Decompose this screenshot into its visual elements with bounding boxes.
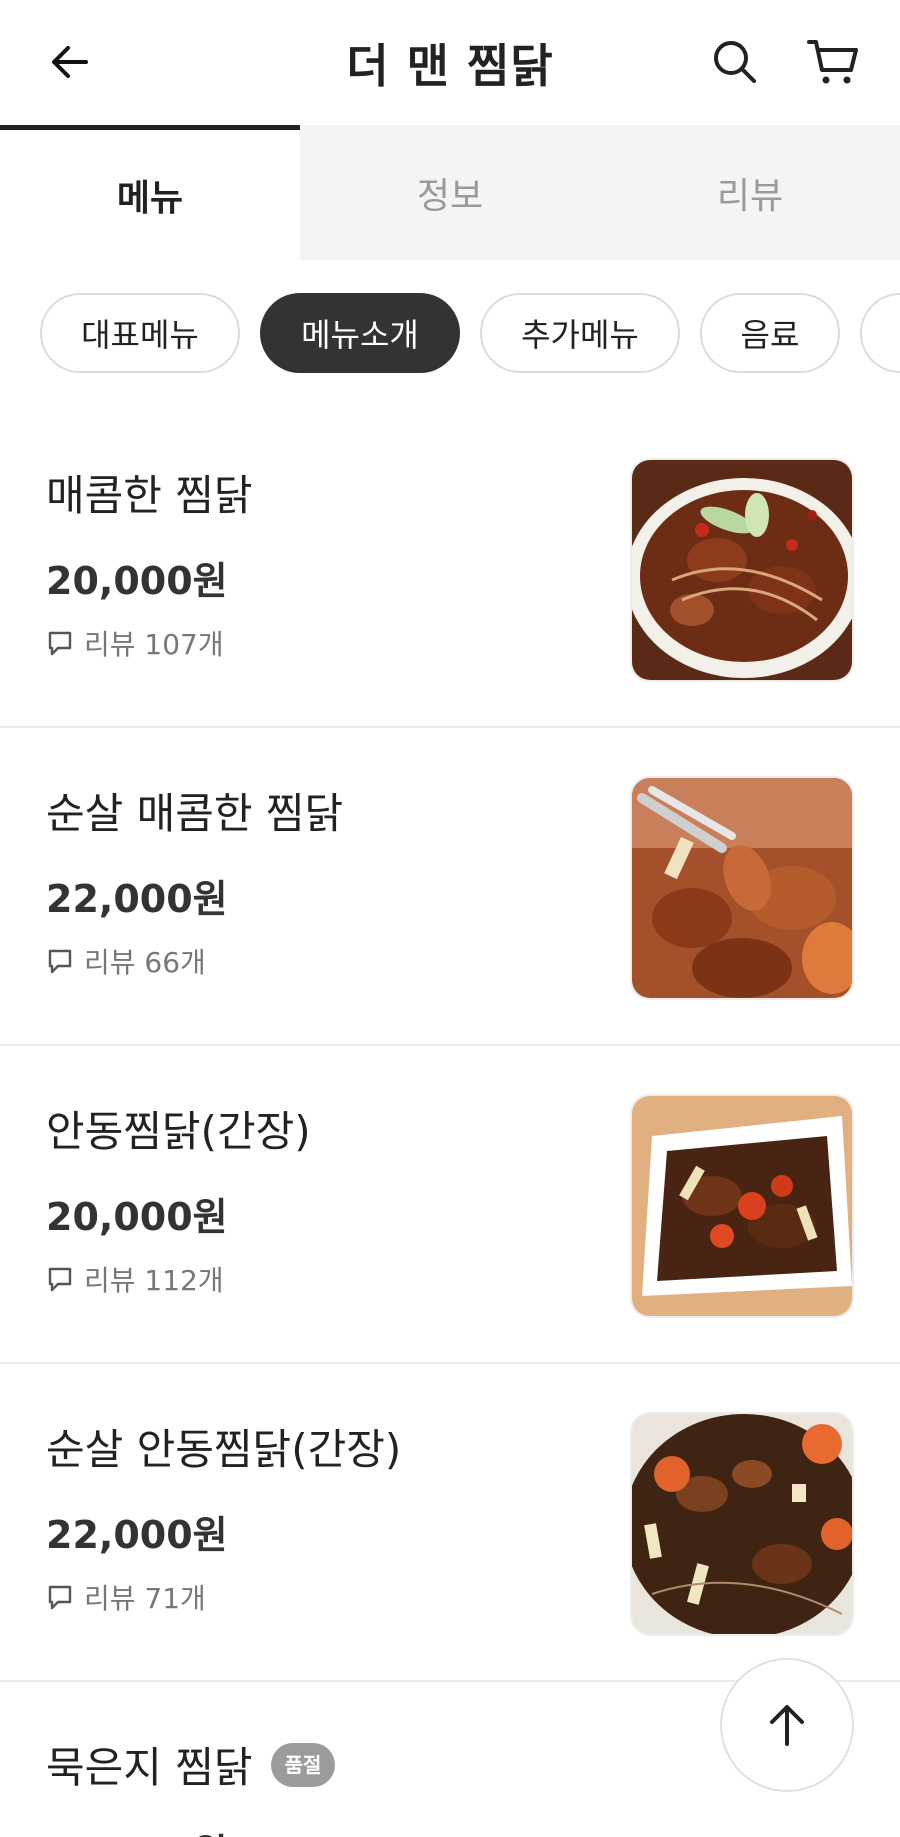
comment-icon [48,1585,72,1610]
menu-item[interactable]: 순살 매콤한 찜닭 22,000원 리뷰 66개 [0,728,900,1046]
chip-drinks[interactable]: 음료 [700,293,840,373]
menu-item-price: 22,000원 [46,1513,228,1557]
menu-item[interactable]: 매콤한 찜닭 20,000원 리뷰 107개 [0,410,900,728]
search-icon [714,41,756,83]
menu-item-name: 묵은지 찜닭 품절 [46,1734,336,1795]
chip-extra-menu[interactable]: 추가메뉴 [480,293,680,373]
search-button[interactable] [705,32,765,92]
comment-icon [48,949,72,974]
menu-item-photo [630,1094,854,1318]
menu-item-photo [630,458,854,682]
menu-list: 매콤한 찜닭 20,000원 리뷰 107개 순살 매콤한 찜닭 22,000원… [0,410,900,1837]
menu-item-reviews: 리뷰 112개 [46,1259,224,1299]
menu-item-price: 20,000원 [46,1195,228,1239]
comment-icon [48,631,72,656]
menu-item-name: 순살 매콤한 찜닭 [46,789,344,838]
category-chips: 대표메뉴 메뉴소개 추가메뉴 음료 [40,293,900,373]
menu-item-reviews: 리뷰 71개 [46,1577,206,1617]
cart-button[interactable] [800,32,865,92]
menu-item-price: 22,000원 [46,1822,228,1837]
menu-item-reviews: 리뷰 66개 [46,941,206,981]
menu-item[interactable]: 안동찜닭(간장) 20,000원 리뷰 112개 [0,1046,900,1364]
tab-menu[interactable]: 메뉴 [0,125,300,260]
menu-item-price: 22,000원 [46,877,228,921]
menu-item-reviews: 리뷰 107개 [46,623,224,663]
menu-item-name: 매콤한 찜닭 [46,471,253,520]
scroll-to-top-button[interactable] [720,1658,854,1792]
tab-info[interactable]: 정보 [300,125,600,260]
arrow-up-icon [770,1705,804,1746]
menu-item-name: 순살 안동찜닭(간장) [46,1425,402,1474]
page-title: 더 맨 찜닭 [346,39,554,93]
cart-icon [806,40,858,84]
menu-item[interactable]: 순살 안동찜닭(간장) 22,000원 리뷰 71개 [0,1364,900,1682]
chip-menu-intro[interactable]: 메뉴소개 [260,293,460,373]
menu-item-photo [630,1412,854,1636]
main-tabs: 메뉴 정보 리뷰 [0,125,900,260]
app-header: 더 맨 찜닭 [0,0,900,125]
tab-reviews[interactable]: 리뷰 [600,125,900,260]
chip-more[interactable] [860,293,900,373]
menu-item-photo [630,776,854,1000]
menu-item-price: 20,000원 [46,559,228,603]
sold-out-badge: 품절 [270,1742,336,1787]
comment-icon [48,1267,72,1292]
menu-item-name: 안동찜닭(간장) [46,1107,311,1156]
chip-signature-menu[interactable]: 대표메뉴 [40,293,240,373]
